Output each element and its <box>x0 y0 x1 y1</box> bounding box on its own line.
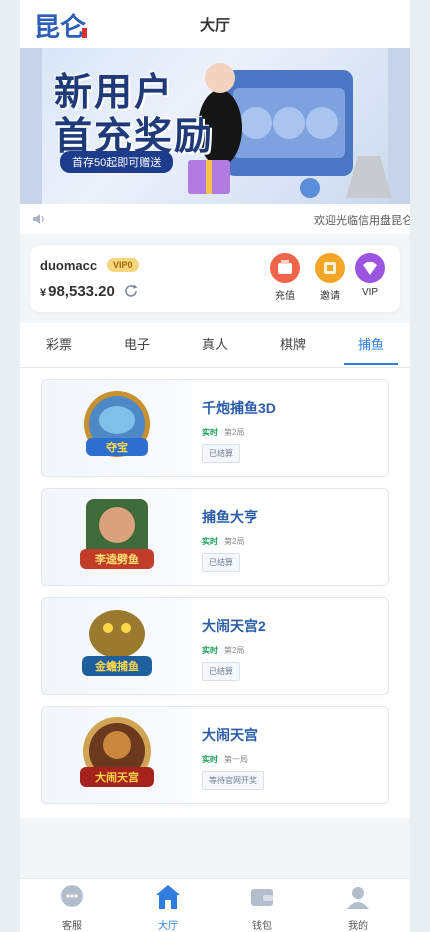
recharge-icon <box>270 253 300 283</box>
balance: ¥98,533.20 <box>40 283 115 300</box>
recharge-label: 充值 <box>275 291 295 302</box>
currency-symbol: ¥ <box>40 287 47 299</box>
game-period: 第2局 <box>224 537 245 546</box>
home-icon <box>156 885 180 909</box>
banner-headline: 新用户 首充奖励 <box>54 70 215 158</box>
page-title: 大厅 <box>199 17 230 34</box>
game-thumbnail: 李逵劈鱼 <box>42 489 192 585</box>
status-badge: 等待官网开奖 <box>202 771 264 790</box>
nav-profile[interactable]: 我的 <box>328 883 388 932</box>
user-card: duomacc VIP0 ¥98,533.20 充值 邀请 VIP <box>30 245 400 312</box>
profile-icon <box>347 887 369 909</box>
banner-subtitle: 首存50起即可赠送 <box>60 151 174 173</box>
invite-label: 邀请 <box>320 291 340 302</box>
game-name: 大闹天宫2 <box>202 618 266 634</box>
active-tab-indicator <box>344 363 398 365</box>
live-tag: 实时 <box>202 428 218 437</box>
svg-text:金蟾捕鱼: 金蟾捕鱼 <box>94 659 139 673</box>
game-card[interactable]: 大闹天宫 大闹天宫 实时 第一局 等待官网开奖 <box>41 706 389 804</box>
game-name: 捕鱼大亨 <box>202 509 258 525</box>
username: duomacc <box>40 258 98 273</box>
game-period: 第一局 <box>224 755 248 764</box>
balance-value: 98,533.20 <box>48 283 115 300</box>
svg-text:夺宝: 夺宝 <box>105 440 128 454</box>
bottom-nav: 客服 大厅 钱包 我的 <box>20 878 410 932</box>
speaker-icon <box>33 214 44 224</box>
live-tag: 实时 <box>202 755 218 764</box>
refresh-icon[interactable] <box>123 283 139 299</box>
game-card[interactable]: 金蟾捕鱼 大闹天宫2 实时 第2局 已结算 <box>41 597 389 695</box>
vip-label: VIP <box>361 287 379 298</box>
tab-live[interactable]: 真人 <box>176 323 254 367</box>
game-thumbnail: 大闹天宫 <box>42 707 192 803</box>
customer-service-icon <box>61 885 83 907</box>
game-thumbnail: 金蟾捕鱼 <box>42 598 192 694</box>
game-thumbnail: 夺宝 <box>42 380 192 476</box>
nav-wallet[interactable]: 钱包 <box>232 883 292 932</box>
status-badge: 已结算 <box>202 444 240 463</box>
invite-icon <box>315 253 345 283</box>
game-card[interactable]: 夺宝 千炮捕鱼3D 实时 第2局 已结算 <box>41 379 389 477</box>
vip-icon <box>355 253 385 283</box>
nav-label: 客服 <box>62 921 82 932</box>
wallet-icon <box>251 889 273 906</box>
tab-electronic[interactable]: 电子 <box>98 323 176 367</box>
nav-label: 钱包 <box>252 921 272 932</box>
nav-label: 大厅 <box>158 921 178 932</box>
nav-label: 我的 <box>348 921 368 932</box>
nav-customer-service[interactable]: 客服 <box>42 883 102 932</box>
game-name: 千炮捕鱼3D <box>202 400 276 416</box>
vip-button[interactable]: VIP <box>350 253 390 298</box>
promo-banner[interactable]: 新用户 首充奖励 首存50起即可赠送 <box>20 48 410 204</box>
svg-text:大闹天宫: 大闹天宫 <box>95 770 139 784</box>
category-tabs: 彩票 电子 真人 棋牌 捕鱼 <box>20 323 410 368</box>
svg-text:李逵劈鱼: 李逵劈鱼 <box>94 552 139 566</box>
game-period: 第2局 <box>224 428 245 437</box>
header: 昆仑 大厅 <box>20 0 410 48</box>
nav-home[interactable]: 大厅 <box>138 883 198 932</box>
game-period: 第2局 <box>224 646 245 655</box>
app-screen: 昆仑 大厅 新用户 首充奖励 首存50起即可赠送 欢迎光临信用盘昆仑 duoma… <box>20 0 410 932</box>
tab-chess[interactable]: 棋牌 <box>254 323 332 367</box>
vip-badge: VIP0 <box>107 258 139 272</box>
game-list: 夺宝 千炮捕鱼3D 实时 第2局 已结算 李逵劈鱼 捕鱼大亨 实时 第2局 已结… <box>20 368 410 818</box>
live-tag: 实时 <box>202 646 218 655</box>
live-tag: 实时 <box>202 537 218 546</box>
game-name: 大闹天宫 <box>202 727 258 743</box>
status-badge: 已结算 <box>202 553 240 572</box>
recharge-button[interactable]: 充值 <box>265 253 305 302</box>
notice-text: 欢迎光临信用盘昆仑 <box>314 215 410 227</box>
invite-button[interactable]: 邀请 <box>310 253 350 302</box>
tab-lottery[interactable]: 彩票 <box>20 323 98 367</box>
tab-fishing[interactable]: 捕鱼 <box>332 323 410 367</box>
game-card[interactable]: 李逵劈鱼 捕鱼大亨 实时 第2局 已结算 <box>41 488 389 586</box>
notice-bar[interactable]: 欢迎光临信用盘昆仑 <box>20 204 410 234</box>
status-badge: 已结算 <box>202 662 240 681</box>
